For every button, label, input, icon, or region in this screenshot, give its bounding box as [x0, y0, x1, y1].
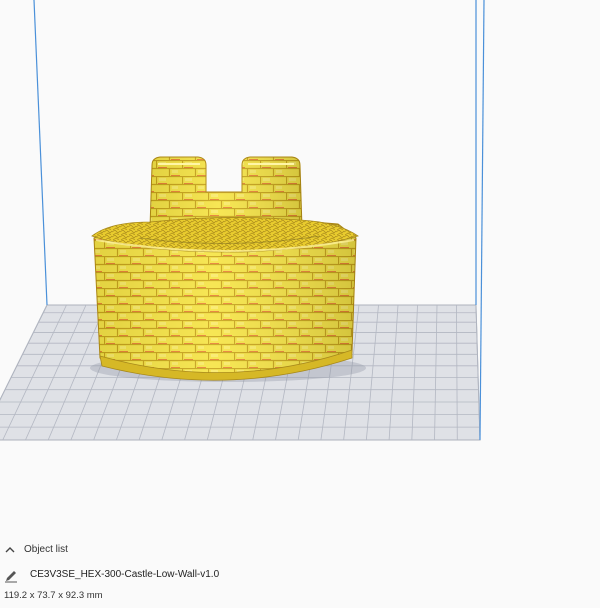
- object-name: CE3V3SE_HEX-300-Castle-Low-Wall-v1.0: [30, 569, 220, 580]
- 3d-viewport[interactable]: [0, 0, 600, 530]
- build-volume-scene[interactable]: [0, 0, 600, 530]
- object-dimensions: 119.2 x 73.7 x 92.3 mm: [4, 590, 103, 601]
- castle-model[interactable]: [90, 156, 366, 382]
- chevron-up-icon: [5, 547, 15, 553]
- object-list-toggle[interactable]: Object list: [0, 540, 600, 562]
- object-list-label: Object list: [24, 544, 68, 555]
- pencil-icon[interactable]: [4, 569, 18, 583]
- object-name-row: CE3V3SE_HEX-300-Castle-Low-Wall-v1.0: [0, 564, 600, 586]
